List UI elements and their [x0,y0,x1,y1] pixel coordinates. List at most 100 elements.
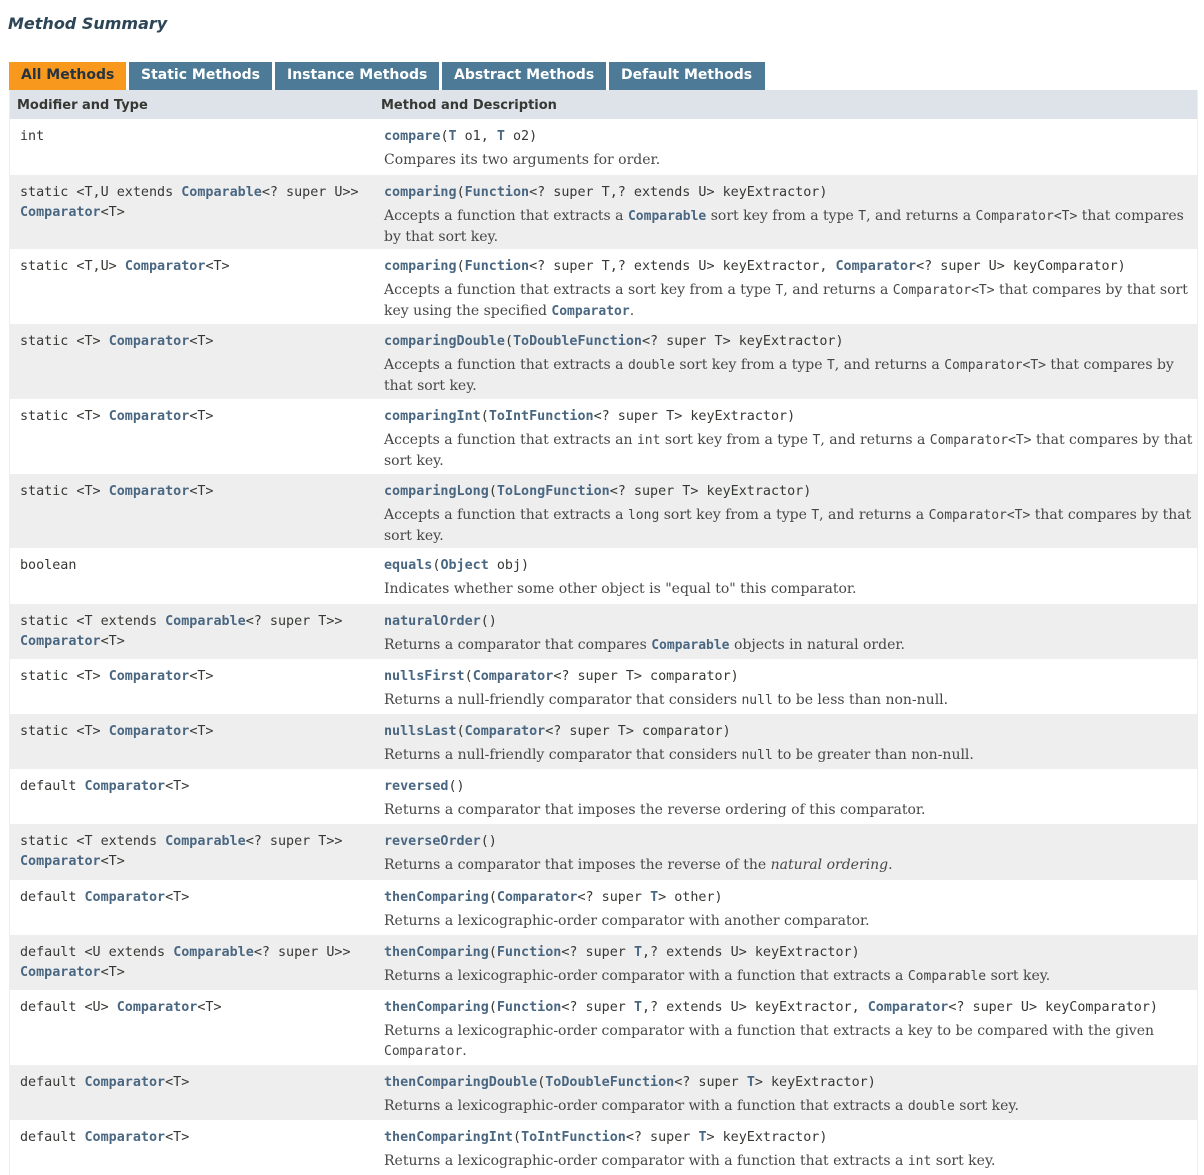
type-link[interactable]: Comparator [20,205,101,220]
method-name-link[interactable]: naturalOrder [384,614,481,629]
type-link[interactable]: T [449,129,457,144]
method-name-link[interactable]: nullsLast [384,724,457,739]
method-signature: thenComparing(Function<? super T,? exten… [384,998,1194,1018]
type-link[interactable]: Comparator [20,634,101,649]
type-link[interactable]: ToIntFunction [521,1130,626,1145]
description-text: Returns a lexicographic-order comparator… [384,1097,908,1114]
table-row: static <T extends Comparable<? super T>>… [10,824,1197,880]
method-description-cell: naturalOrder() Returns a comparator that … [384,612,1194,656]
inline-code: Comparator<T> [944,357,1046,373]
method-description: Accepts a function that extracts a long … [384,505,1194,546]
type-link[interactable]: T [634,945,642,960]
type-link[interactable]: Comparator [473,669,554,684]
method-description: Accepts a function that extracts a Compa… [384,206,1194,247]
type-link[interactable]: ToLongFunction [497,484,610,499]
modifier-type-cell: boolean [20,556,375,576]
type-link[interactable]: Comparator [465,724,546,739]
method-name-link[interactable]: comparing [384,185,457,200]
modifier-text: default [20,890,85,905]
method-name-link[interactable]: compare [384,129,440,144]
type-link[interactable]: Comparator [20,854,101,869]
type-link[interactable]: Object [440,558,488,573]
table-row: static <T,U> Comparator<T> comparing(Func… [10,249,1197,324]
method-name-link[interactable]: reversed [384,779,449,794]
method-name-link[interactable]: comparingLong [384,484,489,499]
type-link[interactable]: Comparator [125,259,206,274]
method-name-link[interactable]: thenComparing [384,945,489,960]
method-name-link[interactable]: comparing [384,259,457,274]
type-link[interactable]: Comparator [109,334,190,349]
type-link[interactable]: T [747,1075,755,1090]
table-row: static <T> Comparator<T> nullsLast(Compar… [10,714,1197,769]
type-link[interactable]: ToDoubleFunction [513,334,642,349]
inline-code: int [907,1153,932,1169]
type-link[interactable]: Comparator [868,1000,949,1015]
type-link[interactable]: Function [465,185,530,200]
tab-instance-methods[interactable]: Instance Methods [275,62,439,90]
type-link[interactable]: T [497,129,505,144]
modifier-text: <T> [189,409,214,424]
description-text: sort key. [986,967,1051,984]
emphasis-text: natural ordering [770,856,889,873]
type-link[interactable]: Comparable [651,638,729,653]
type-link[interactable]: Comparator [85,1130,166,1145]
type-link[interactable]: Function [497,1000,562,1015]
type-link[interactable]: Comparator [117,1000,198,1015]
type-link[interactable]: Comparator [85,890,166,905]
method-name-link[interactable]: comparingInt [384,409,481,424]
tab-all-methods[interactable]: All Methods [9,62,126,90]
type-link[interactable]: T [698,1130,706,1145]
modifier-text: <T> [100,964,125,980]
type-link[interactable]: Comparator [85,779,166,794]
method-description: Returns a null-friendly comparator that … [384,690,1194,711]
method-name-link[interactable]: reverseOrder [384,834,481,849]
type-link[interactable]: Comparator [109,724,190,739]
type-link[interactable]: ToDoubleFunction [545,1075,674,1090]
signature-text: ( [456,259,465,274]
type-link[interactable]: Comparator [85,1075,166,1090]
type-link[interactable]: Comparator [109,409,190,424]
method-name-link[interactable]: nullsFirst [384,669,465,684]
method-name-link[interactable]: equals [384,558,432,573]
type-link[interactable]: Comparator [20,965,101,980]
signature-text: <? super U> keyComparator) [916,259,1126,274]
type-link[interactable]: Function [497,945,562,960]
tab-default-methods[interactable]: Default Methods [609,62,765,90]
description-text: sort key from a type [674,356,827,373]
method-name-link[interactable]: thenComparingDouble [384,1075,537,1090]
method-name-link[interactable]: thenComparing [384,1000,489,1015]
description-text: Returns a lexicographic-order comparator… [384,967,908,984]
type-link[interactable]: T [634,1000,642,1015]
method-description: Compares its two arguments for order. [384,150,1194,170]
signature-text: ( [456,724,465,739]
type-link[interactable]: Comparable [165,834,246,849]
tab-static-methods[interactable]: Static Methods [129,62,272,90]
type-link[interactable]: Comparable [181,185,262,200]
type-link[interactable]: Comparator [835,259,916,274]
method-description: Returns a lexicographic-order comparator… [384,911,1194,931]
type-link[interactable]: Comparator [109,484,190,499]
type-link[interactable]: Comparable [173,945,254,960]
signature-text: <? super T> comparator) [545,724,731,739]
signature-text: ( [480,409,489,424]
modifier-type-cell: static <T,U> Comparator<T> [20,257,375,277]
type-link[interactable]: Comparable [165,614,246,629]
type-link[interactable]: ToIntFunction [489,409,594,424]
type-link[interactable]: Comparator [497,890,578,905]
inline-code: Comparator [384,1043,463,1059]
method-signature: thenComparing(Function<? super T,? exten… [384,943,1194,963]
table-row: default Comparator<T> thenComparing(Compa… [10,880,1197,935]
method-description: Returns a lexicographic-order comparator… [384,1096,1194,1117]
method-name-link[interactable]: thenComparingInt [384,1130,513,1145]
tab-abstract-methods[interactable]: Abstract Methods [442,62,606,90]
type-link[interactable]: T [650,890,658,905]
method-signature: naturalOrder() [384,612,1194,632]
method-name-link[interactable]: comparingDouble [384,334,505,349]
type-link[interactable]: Comparator [551,304,629,319]
method-name-link[interactable]: thenComparing [384,890,489,905]
method-signature: compare(T o1, T o2) [384,127,1194,147]
type-link[interactable]: Comparator [109,669,190,684]
type-link[interactable]: Comparable [628,209,706,224]
type-link[interactable]: Function [465,259,530,274]
inline-code: null [741,747,773,763]
